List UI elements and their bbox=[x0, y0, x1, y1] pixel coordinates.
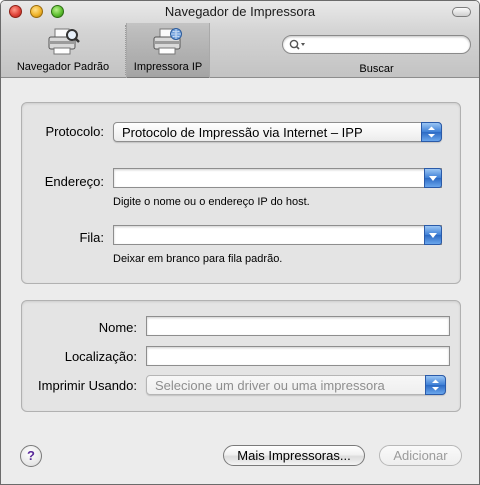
popup-arrows-icon bbox=[421, 122, 442, 142]
popup-arrows-icon bbox=[425, 375, 446, 395]
driver-popup[interactable]: Selecione um driver ou uma impressora bbox=[146, 375, 446, 395]
name-field[interactable] bbox=[146, 316, 450, 336]
search-icon bbox=[289, 39, 305, 50]
help-button[interactable]: ? bbox=[20, 445, 42, 467]
name-label: Nome: bbox=[98, 320, 137, 335]
queue-hint: Deixar em branco para fila padrão. bbox=[113, 253, 283, 265]
tab-ip-printer-label: Impressora IP bbox=[133, 61, 203, 73]
protocol-label: Protocolo: bbox=[45, 124, 104, 139]
tab-ip-printer[interactable]: Impressora IP bbox=[126, 23, 210, 78]
printer-browser-icon bbox=[48, 28, 80, 55]
location-input[interactable] bbox=[150, 349, 446, 364]
tab-default-browser[interactable]: Navegador Padrão bbox=[1, 23, 125, 78]
protocol-value: Protocolo de Impressão via Internet – IP… bbox=[122, 125, 363, 140]
more-printers-button[interactable]: Mais Impressoras... bbox=[223, 445, 365, 466]
tab-default-browser-label: Navegador Padrão bbox=[16, 61, 110, 73]
location-label: Localização: bbox=[64, 349, 137, 364]
driver-value: Selecione um driver ou uma impressora bbox=[155, 378, 385, 393]
chevron-down-icon[interactable] bbox=[424, 225, 442, 245]
search-field[interactable] bbox=[282, 35, 471, 54]
add-button[interactable]: Adicionar bbox=[379, 445, 462, 466]
name-input[interactable] bbox=[150, 319, 446, 334]
queue-combo[interactable] bbox=[113, 225, 442, 245]
chevron-down-icon[interactable] bbox=[424, 168, 442, 188]
window-toolbar: Navegador de Impressora Navegador Padrão bbox=[1, 1, 479, 78]
window-title: Navegador de Impressora bbox=[164, 4, 316, 19]
queue-label: Fila: bbox=[79, 230, 104, 245]
address-hint: Digite o nome ou o endereço IP do host. bbox=[113, 196, 310, 208]
search-label: Buscar bbox=[359, 63, 394, 75]
printer-browser-window: Navegador de Impressora Navegador Padrão bbox=[0, 0, 480, 485]
address-label: Endereço: bbox=[44, 174, 104, 189]
driver-label: Imprimir Usando: bbox=[38, 378, 137, 393]
queue-input[interactable] bbox=[117, 228, 416, 243]
location-field[interactable] bbox=[146, 346, 450, 366]
address-input[interactable] bbox=[117, 171, 416, 186]
ip-printer-icon bbox=[153, 28, 182, 55]
toolbar-toggle-button[interactable] bbox=[452, 7, 471, 17]
protocol-popup[interactable]: Protocolo de Impressão via Internet – IP… bbox=[113, 122, 442, 142]
search-input[interactable] bbox=[307, 37, 465, 52]
address-combo[interactable] bbox=[113, 168, 442, 188]
